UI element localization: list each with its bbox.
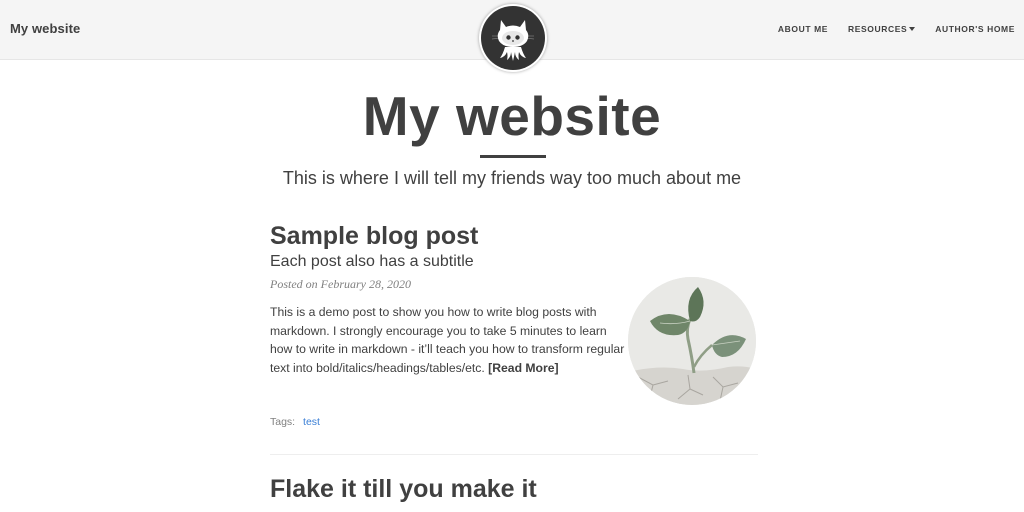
post-divider [270, 454, 758, 455]
read-more-link[interactable]: [Read More] [488, 361, 558, 375]
nav-resources-label: Resources [848, 24, 908, 34]
nav-resources-dropdown[interactable]: Resources [848, 24, 916, 34]
post-excerpt-text: This is a demo post to show you how to w… [270, 305, 625, 375]
post-title-link[interactable]: Sample blog post [270, 222, 478, 251]
post-preview: Sample blog post Each post also has a su… [270, 222, 758, 442]
brand-link[interactable]: My website [10, 21, 80, 36]
post-tags: Tags: test [270, 416, 320, 428]
tag-link-test[interactable]: test [303, 416, 320, 428]
github-octocat-icon [481, 6, 545, 70]
nav-authors-home[interactable]: Author's home [935, 24, 1015, 34]
page-title: My website [362, 85, 662, 147]
nav-about-me-label: About Me [777, 24, 829, 34]
title-divider [480, 155, 546, 158]
page-subtitle: This is where I will tell my friends way… [282, 168, 742, 188]
avatar[interactable] [479, 4, 547, 72]
post-excerpt: This is a demo post to show you how to w… [270, 303, 626, 377]
nav-links: About Me Resources Author's home [778, 24, 1015, 34]
post-title-link[interactable]: Flake it till you make it [270, 475, 537, 504]
nav-authors-home-label: Author's home [935, 24, 1015, 34]
caret-down-icon [909, 27, 916, 31]
post-subtitle: Each post also has a subtitle [270, 253, 474, 270]
post-preview: Flake it till you make it [270, 475, 758, 504]
tags-label: Tags: [270, 416, 296, 428]
nav-about-me[interactable]: About Me [778, 24, 828, 34]
post-thumbnail-image[interactable] [628, 277, 756, 405]
